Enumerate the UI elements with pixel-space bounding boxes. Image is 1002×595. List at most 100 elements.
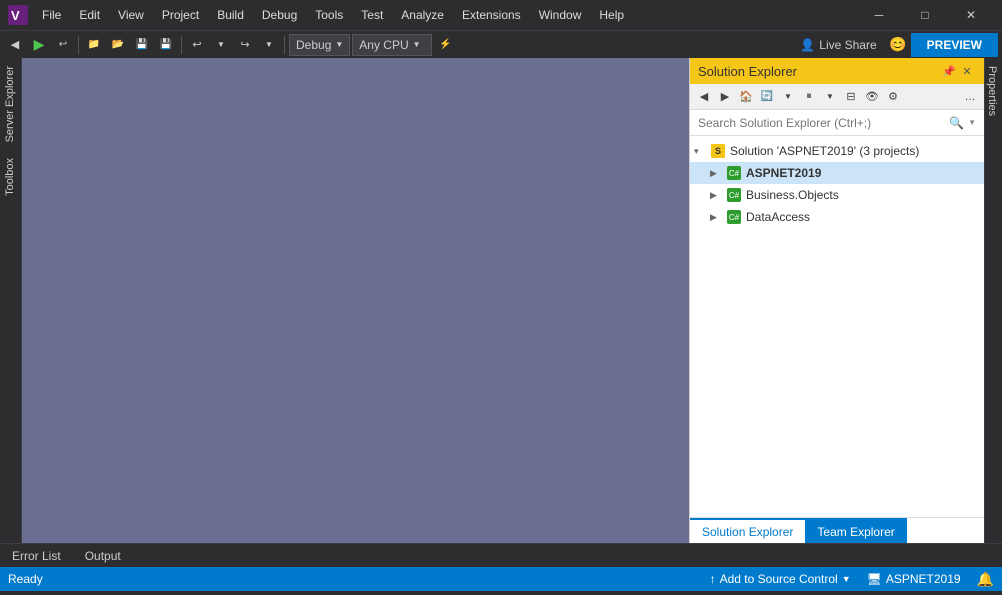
menu-file[interactable]: File [34, 4, 69, 26]
menu-build[interactable]: Build [209, 4, 252, 26]
aspnet2019-label: ASPNET2019 [746, 166, 821, 180]
live-share-icon: 👤 [800, 38, 815, 52]
tb-sep-2 [181, 36, 182, 54]
se-toolbar: ◀ ▶ 🏠 🔄 ▼ ⏸ ▼ ⊟ 👁 ⚙ … [690, 84, 984, 110]
menu-help[interactable]: Help [591, 4, 632, 26]
se-filter-dropdown[interactable]: ▼ [820, 87, 840, 107]
tree-item-dataaccess[interactable]: ▶ C# DataAccess [690, 206, 984, 228]
expand-icon-dataaccess: ▶ [710, 212, 726, 223]
tb-undo[interactable]: ↩ [186, 34, 208, 56]
solution-icon: S [710, 143, 726, 159]
menu-tools[interactable]: Tools [307, 4, 351, 26]
project-status-icon: 🖥 [867, 572, 882, 586]
tb-run-button[interactable]: ▶ [28, 34, 50, 56]
business-objects-label: Business.Objects [746, 188, 839, 202]
se-more-button[interactable]: … [960, 87, 980, 107]
maximize-button[interactable]: □ [902, 0, 948, 30]
tree-item-aspnet2019[interactable]: ▶ C# ASPNET2019 [690, 162, 984, 184]
back-button[interactable]: ◀ [4, 34, 26, 56]
tb-new-proj[interactable]: 📁 [83, 34, 105, 56]
se-tree: ▾ S Solution 'ASPNET2019' (3 projects) ▶… [690, 136, 984, 517]
expand-icon-solution: ▾ [694, 146, 710, 157]
se-search-icon: 🔍 [949, 116, 964, 130]
project-icon-business-objects: C# [726, 187, 742, 203]
se-pin-button[interactable]: 📌 [940, 62, 958, 80]
tb-open[interactable]: 📂 [107, 34, 129, 56]
properties-tab[interactable]: Properties [985, 58, 1002, 124]
tree-item-business-objects[interactable]: ▶ C# Business.Objects [690, 184, 984, 206]
menu-window[interactable]: Window [531, 4, 590, 26]
se-search-input[interactable] [698, 116, 945, 130]
status-source-control[interactable]: ↑ Add to Source Control ▼ [710, 572, 851, 586]
main-area: Server Explorer Toolbox Solution Explore… [0, 58, 1002, 543]
project-icon-dataaccess: C# [726, 209, 742, 225]
debug-dropdown-icon: ▼ [335, 40, 343, 49]
upload-icon: ↑ [710, 572, 716, 586]
menu-test[interactable]: Test [353, 4, 391, 26]
source-control-dropdown-icon: ▼ [842, 574, 851, 584]
expand-icon-business-objects: ▶ [710, 190, 726, 201]
minimize-button[interactable]: ─ [856, 0, 902, 30]
se-forward-button[interactable]: ▶ [715, 87, 735, 107]
tb-nav-button[interactable]: ↩ [52, 34, 74, 56]
se-show-all-button[interactable]: 👁 [862, 87, 882, 107]
notification-bell[interactable]: 🔔 [977, 571, 994, 588]
close-button[interactable]: ✕ [948, 0, 994, 30]
left-sidebar: Server Explorer Toolbox [0, 58, 22, 543]
se-tab-solution-explorer[interactable]: Solution Explorer [690, 518, 805, 543]
se-close-button[interactable]: ✕ [958, 62, 976, 80]
menu-extensions[interactable]: Extensions [454, 4, 529, 26]
output-tab[interactable]: Output [73, 545, 133, 567]
tb-redo[interactable]: ↪ [234, 34, 256, 56]
tb-save[interactable]: 💾 [131, 34, 153, 56]
se-filter-button[interactable]: ⏸ [799, 87, 819, 107]
se-sync-button[interactable]: 🔄 [757, 87, 777, 107]
tb-redo-dropdown[interactable]: ▼ [258, 34, 280, 56]
editor-area[interactable] [22, 58, 689, 543]
menu-view[interactable]: View [110, 4, 152, 26]
menu-bar: File Edit View Project Build Debug Tools… [34, 4, 856, 26]
svg-text:V: V [11, 8, 20, 23]
tb-save-all[interactable]: 💾 [155, 34, 177, 56]
toolbar: ◀ ▶ ↩ 📁 📂 💾 💾 ↩ ▼ ↪ ▼ Debug ▼ Any CPU ▼ … [0, 30, 1002, 58]
feedback-button[interactable]: 😊 [887, 34, 909, 56]
expand-icon-aspnet2019: ▶ [710, 168, 726, 179]
se-sync-dropdown[interactable]: ▼ [778, 87, 798, 107]
se-title-bar: Solution Explorer 📌 ✕ [690, 58, 984, 84]
bottom-tabs: Error List Output [0, 543, 1002, 567]
se-collapse-button[interactable]: ⊟ [841, 87, 861, 107]
project-icon-aspnet2019: C# [726, 165, 742, 181]
menu-debug[interactable]: Debug [254, 4, 305, 26]
se-search-bar: 🔍 ▼ [690, 110, 984, 136]
cpu-config-dropdown[interactable]: Any CPU ▼ [352, 34, 432, 56]
status-bar: Ready ↑ Add to Source Control ▼ 🖥 ASPNET… [0, 567, 1002, 591]
se-search-options[interactable]: ▼ [968, 118, 976, 127]
error-list-tab[interactable]: Error List [0, 545, 73, 567]
cpu-dropdown-icon: ▼ [413, 40, 421, 49]
status-project[interactable]: 🖥 ASPNET2019 [867, 572, 961, 586]
se-back-button[interactable]: ◀ [694, 87, 714, 107]
tb-undo-dropdown[interactable]: ▼ [210, 34, 232, 56]
server-explorer-tab[interactable]: Server Explorer [0, 58, 21, 150]
se-properties-button[interactable]: ⚙ [883, 87, 903, 107]
dataaccess-label: DataAccess [746, 210, 810, 224]
tb-sep-1 [78, 36, 79, 54]
status-ready: Ready [8, 572, 43, 586]
preview-button[interactable]: PREVIEW [911, 33, 998, 57]
tree-item-solution[interactable]: ▾ S Solution 'ASPNET2019' (3 projects) [690, 140, 984, 162]
tb-extra-button[interactable]: ⚡ [434, 34, 456, 56]
solution-label: Solution 'ASPNET2019' (3 projects) [730, 144, 919, 158]
menu-analyze[interactable]: Analyze [393, 4, 452, 26]
solution-explorer-panel: Solution Explorer 📌 ✕ ◀ ▶ 🏠 🔄 ▼ ⏸ ▼ ⊟ 👁 … [689, 58, 984, 543]
vs-logo-icon: V [8, 5, 28, 25]
toolbox-tab[interactable]: Toolbox [0, 150, 21, 204]
live-share-button[interactable]: 👤 Live Share [792, 35, 884, 55]
menu-project[interactable]: Project [154, 4, 207, 26]
se-home-button[interactable]: 🏠 [736, 87, 756, 107]
se-tab-team-explorer[interactable]: Team Explorer [805, 518, 906, 543]
tb-sep-3 [284, 36, 285, 54]
right-sidebar: Properties [984, 58, 1002, 543]
se-bottom-tabs: Solution Explorer Team Explorer [690, 517, 984, 543]
debug-config-dropdown[interactable]: Debug ▼ [289, 34, 350, 56]
menu-edit[interactable]: Edit [71, 4, 108, 26]
